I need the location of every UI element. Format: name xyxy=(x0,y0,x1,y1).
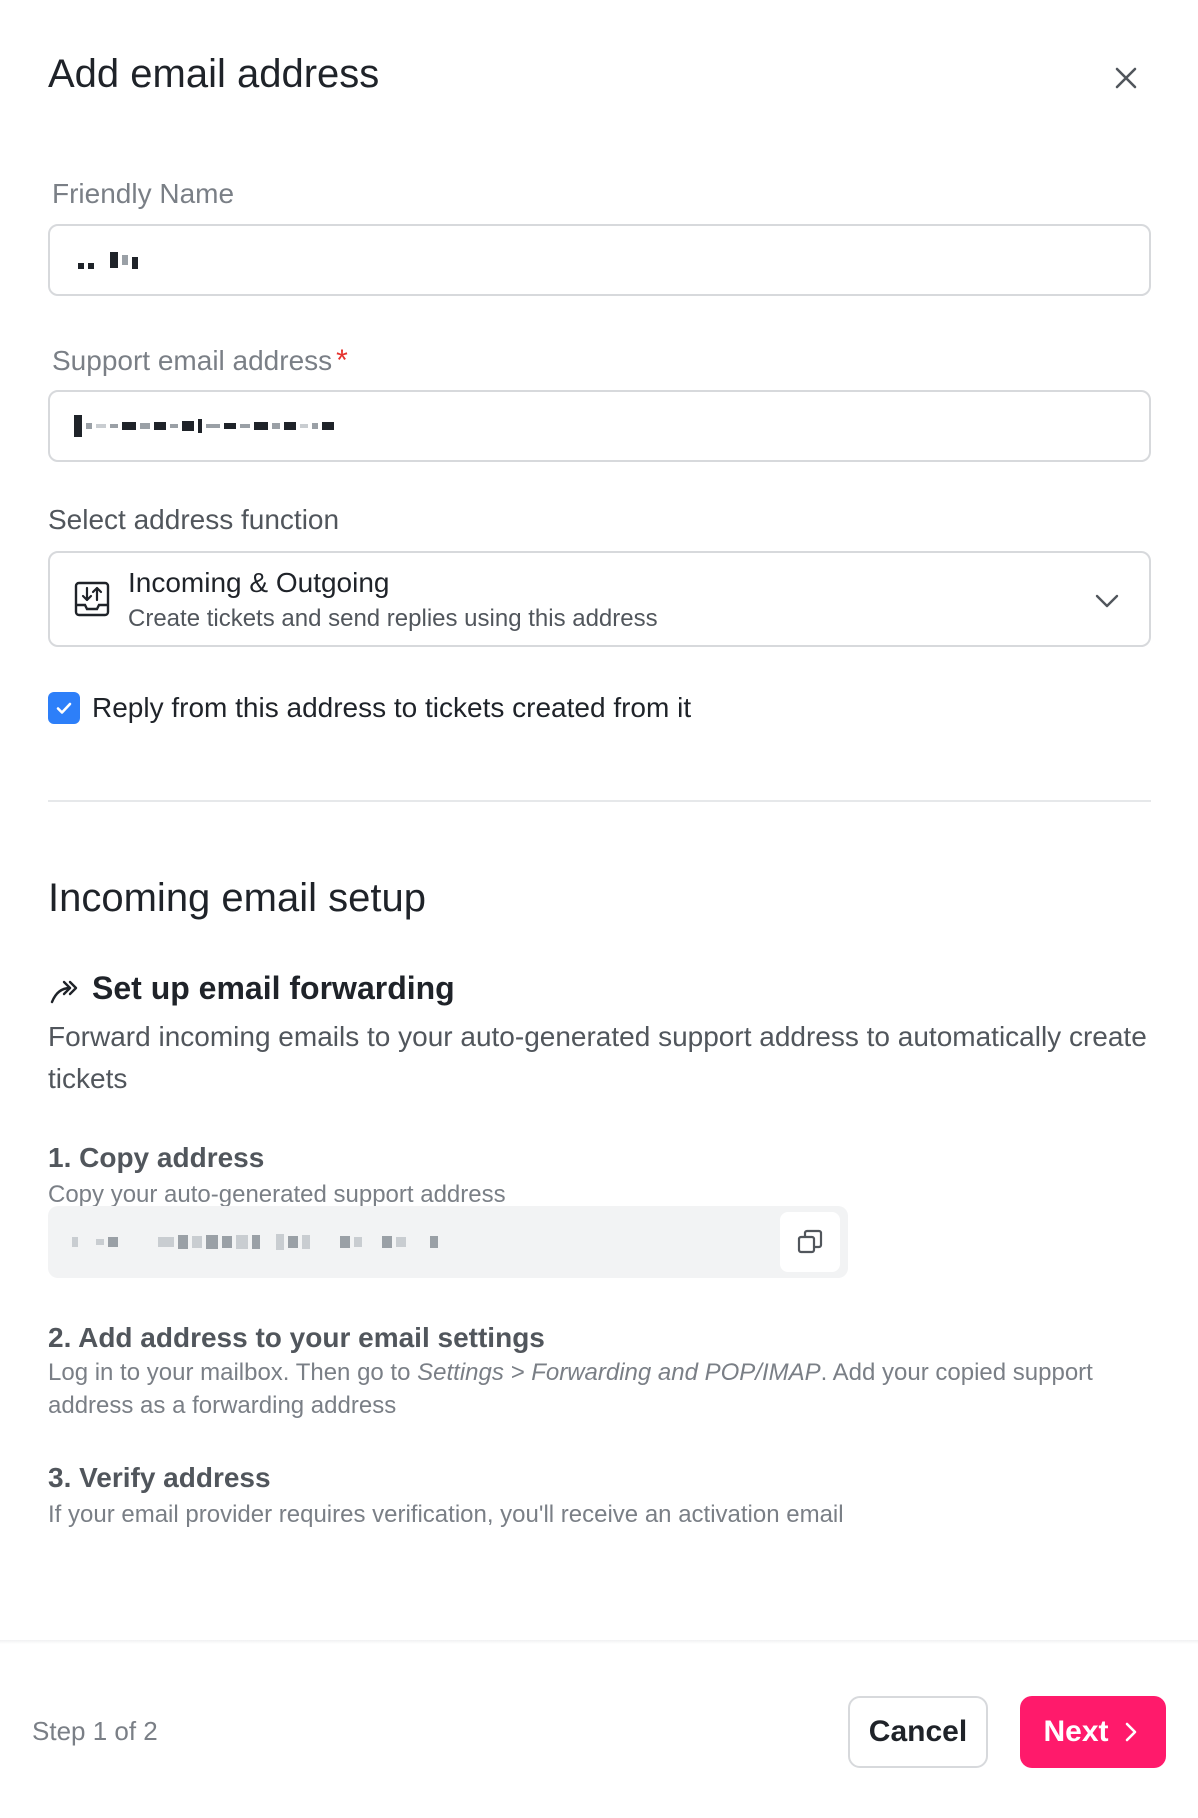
forward-icon xyxy=(48,976,80,1008)
step-3-title: 3. Verify address xyxy=(48,1462,271,1493)
cancel-button[interactable]: Cancel xyxy=(848,1696,988,1768)
support-email-value-redacted xyxy=(74,392,334,460)
step-2-settings-path: Settings > Forwarding and POP/IMAP xyxy=(417,1359,821,1386)
step-indicator: Step 1 of 2 xyxy=(32,1716,158,1746)
add-email-dialog: Add email address Friendly Name Support … xyxy=(0,0,1198,1818)
friendly-name-input[interactable] xyxy=(48,224,1151,296)
generated-address-value-redacted xyxy=(72,1206,438,1278)
friendly-name-label: Friendly Name xyxy=(52,178,235,209)
address-function-select[interactable]: Incoming & Outgoing Create tickets and s… xyxy=(48,551,1151,647)
support-email-label-text: Support email address xyxy=(52,345,333,376)
support-email-label: Support email address * xyxy=(52,344,348,378)
section-divider xyxy=(48,800,1151,802)
required-mark: * xyxy=(336,344,348,377)
step-2-description-prefix: Log in to your mailbox. Then go to xyxy=(48,1359,418,1386)
reply-checkbox-label[interactable]: Reply from this address to tickets creat… xyxy=(92,692,691,724)
step-3-description: If your email provider requires verifica… xyxy=(48,1501,844,1528)
inbox-transfer-icon xyxy=(72,579,112,619)
step-1-title: 1. Copy address xyxy=(48,1142,265,1173)
close-icon[interactable] xyxy=(1106,58,1146,98)
address-function-label: Select address function xyxy=(48,504,340,535)
step-2-title: 2. Add address to your email settings xyxy=(48,1322,545,1353)
address-function-selected-description: Create tickets and send replies using th… xyxy=(128,605,658,632)
generated-address-field xyxy=(48,1206,848,1278)
incoming-setup-title: Incoming email setup xyxy=(48,876,426,920)
friendly-name-value-redacted xyxy=(78,226,138,294)
dialog-title: Add email address xyxy=(48,52,380,96)
footer-divider xyxy=(0,1640,1198,1644)
next-button[interactable]: Next xyxy=(1020,1696,1166,1768)
chevron-down-icon xyxy=(1089,583,1125,619)
copy-address-button[interactable] xyxy=(780,1212,840,1272)
step-2-description: Log in to your mailbox. Then go to Setti… xyxy=(48,1356,1128,1422)
checkmark-icon xyxy=(56,702,72,714)
copy-icon xyxy=(797,1229,823,1254)
dialog-header: Add email address xyxy=(48,48,1150,108)
forwarding-title: Set up email forwarding xyxy=(92,970,455,1006)
next-button-label: Next xyxy=(1043,1715,1109,1748)
forwarding-description: Forward incoming emails to your auto-gen… xyxy=(48,1021,1147,1094)
support-email-input[interactable] xyxy=(48,390,1151,462)
chevron-right-icon xyxy=(1125,1722,1136,1742)
address-function-selected-title: Incoming & Outgoing xyxy=(128,567,390,598)
reply-checkbox[interactable] xyxy=(48,692,80,724)
